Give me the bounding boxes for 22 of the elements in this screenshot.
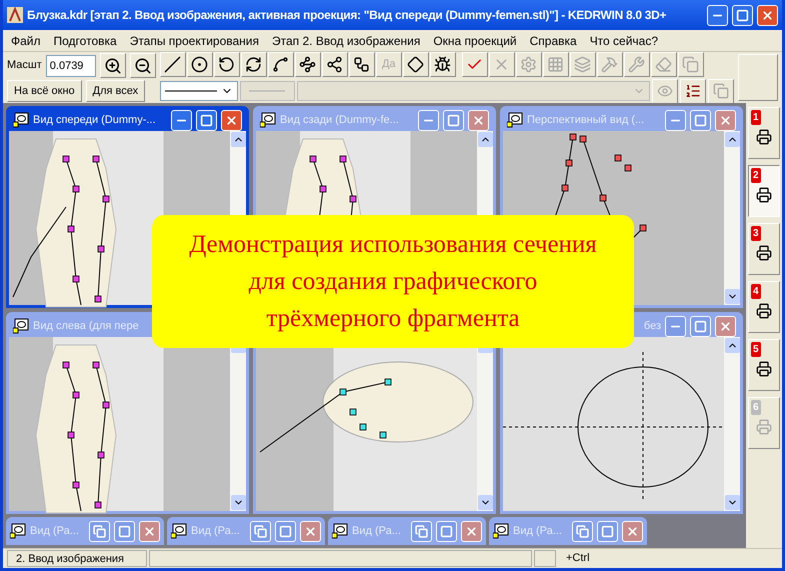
status-stage: 2. Ввод изображения [7, 550, 147, 567]
status-keys: +Ctrl [558, 550, 778, 567]
caption-line: Демонстрация использования сечения [189, 230, 597, 260]
window-title: Вид (Ра... [30, 524, 80, 539]
window-title: Перспективный вид (... [527, 112, 644, 128]
scale-label: Масшт [7, 58, 42, 74]
step-number: 1 [751, 110, 761, 125]
window-title: Вид сзади (Dummy-fe... [280, 112, 399, 128]
window-title: Блузка.kdr [этап 2. Ввод изображения, активная проекция: "Вид спереди (Dummy-femen.stl)"] - KEDRWIN 8.0 3D+ [27, 8, 666, 22]
window-title: Вид (Ра... [191, 524, 241, 539]
window-title: Вид слева (для пере [33, 318, 139, 334]
step-number: 5 [751, 342, 761, 357]
window-title: Вид спереди (Dummy-... [33, 112, 156, 128]
caption-line: трёхмерного фрагмента [266, 304, 520, 334]
caption-line: для создания графического [248, 267, 538, 297]
window-title: Вид (Ра... [352, 524, 402, 539]
window-title: Вид (Ра... [513, 524, 563, 539]
step-number: 6 [751, 400, 761, 415]
step-number: 2 [751, 168, 761, 183]
step-number: 4 [751, 284, 761, 299]
window-title: без [644, 318, 661, 334]
step-number: 3 [751, 226, 761, 241]
